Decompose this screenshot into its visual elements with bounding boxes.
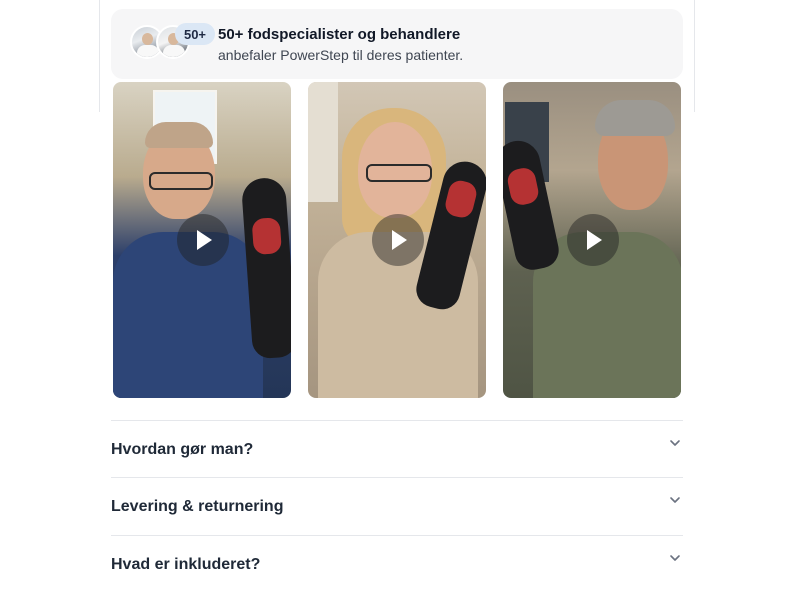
play-icon <box>392 230 407 250</box>
play-button[interactable] <box>177 214 229 266</box>
specialist-count-badge: 50+ <box>175 23 215 45</box>
testimonial-video-2[interactable] <box>308 82 486 398</box>
play-icon <box>587 230 602 250</box>
endorsement-title: 50+ fodspecialister og behandlere <box>218 26 461 43</box>
chevron-down-icon <box>670 555 680 561</box>
specialist-endorsement-card: 50+ 50+ fodspecialister og behandlere an… <box>111 9 683 79</box>
chevron-down-icon <box>670 497 680 503</box>
accordion-whats-included[interactable]: Hvad er inkluderet? <box>111 535 683 592</box>
video-thumbnail-background <box>308 82 338 202</box>
insole-image <box>503 136 563 274</box>
chevron-down-icon <box>670 440 680 446</box>
page-frame-left-border <box>99 0 100 112</box>
play-icon <box>197 230 212 250</box>
accordion-how-to[interactable]: Hvordan gør man? <box>111 420 683 477</box>
page-frame-right-border <box>694 0 695 112</box>
accordion-delivery-returns[interactable]: Levering & returnering <box>111 477 683 534</box>
accordion-label: Hvad er inkluderet? <box>111 556 261 573</box>
play-button[interactable] <box>567 214 619 266</box>
accordion-label: Hvordan gør man? <box>111 441 254 458</box>
play-button[interactable] <box>372 214 424 266</box>
testimonial-video-3[interactable] <box>503 82 681 398</box>
endorsement-subtitle: anbefaler PowerStep til deres patienter. <box>218 47 464 63</box>
accordion-label: Levering & returnering <box>111 498 284 515</box>
testimonial-video-1[interactable] <box>113 82 291 398</box>
